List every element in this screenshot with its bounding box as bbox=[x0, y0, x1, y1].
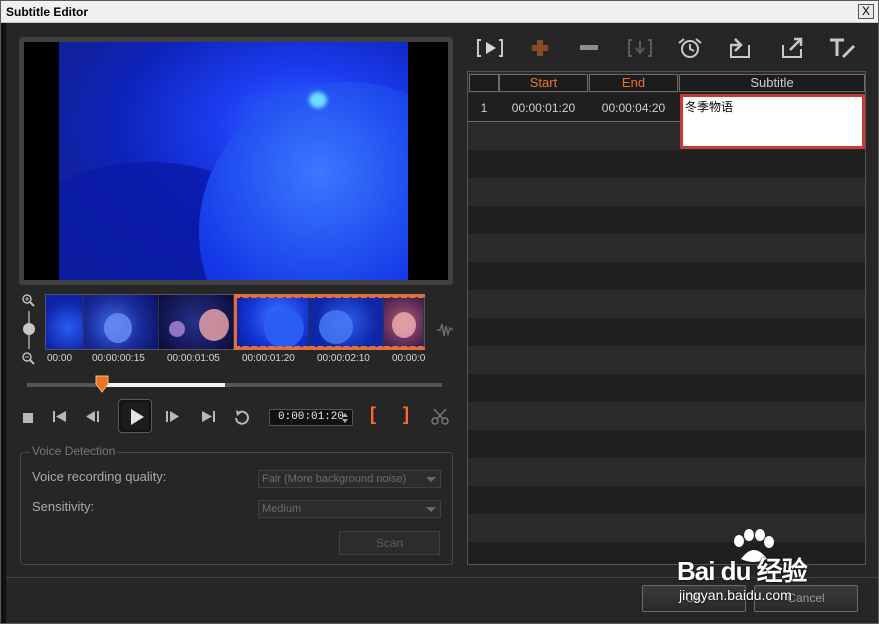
grid-stripe bbox=[468, 374, 865, 402]
timeline-zoom-control[interactable] bbox=[21, 293, 37, 369]
repeat-icon[interactable] bbox=[231, 409, 253, 427]
grid-stripe bbox=[468, 290, 865, 318]
grid-stripe bbox=[468, 178, 865, 206]
video-preview bbox=[19, 37, 453, 285]
voice-detection-group: Voice Detection Voice recording quality:… bbox=[20, 444, 453, 565]
go-to-start-icon[interactable] bbox=[49, 409, 71, 427]
grid-stripe bbox=[468, 486, 865, 514]
window-title: Subtitle Editor bbox=[6, 5, 88, 19]
baidu-watermark: Bai du 经验 jingyan.baidu.com bbox=[675, 529, 875, 613]
stop-icon[interactable] bbox=[17, 409, 39, 427]
voice-quality-value: Fair (More background noise) bbox=[262, 473, 407, 485]
audio-waveform-icon[interactable] bbox=[435, 320, 455, 340]
close-button[interactable]: X bbox=[858, 4, 874, 19]
thumbnail-selected bbox=[309, 295, 384, 349]
scrub-range-fill bbox=[103, 383, 225, 387]
play-button[interactable] bbox=[118, 399, 152, 433]
text-options-icon[interactable] bbox=[827, 35, 857, 61]
mark-out-button[interactable]: ] bbox=[403, 404, 409, 425]
grid-stripe bbox=[468, 430, 865, 458]
zoom-out-icon[interactable] bbox=[21, 351, 37, 367]
grid-stripe bbox=[468, 402, 865, 430]
chevron-down-icon bbox=[426, 477, 436, 482]
voice-detection-legend: Voice Detection bbox=[30, 444, 118, 458]
timeline-ruler: 00:00 00:00:00:15 00:00:01:05 00:00:01:2… bbox=[45, 353, 425, 367]
grid-stripe bbox=[468, 234, 865, 262]
thumbnail bbox=[84, 295, 159, 349]
remove-subtitle-icon[interactable] bbox=[574, 35, 604, 61]
zoom-slider-knob[interactable] bbox=[23, 323, 35, 335]
timecode-label: 00:00:00:15 bbox=[92, 353, 145, 364]
sensitivity-value: Medium bbox=[262, 503, 302, 515]
scan-button[interactable]: Scan bbox=[339, 531, 440, 555]
table-header: Start End Subtitle bbox=[468, 72, 865, 93]
grid-stripe bbox=[468, 150, 865, 178]
column-header-end[interactable]: End bbox=[589, 74, 678, 92]
watermark-url: jingyan.baidu.com bbox=[679, 587, 792, 603]
video-frame bbox=[59, 42, 408, 280]
thumbnail bbox=[46, 295, 84, 349]
subtitle-text-editor[interactable]: 冬季物语 bbox=[680, 94, 865, 149]
playhead-handle[interactable] bbox=[95, 375, 109, 393]
time-offset-icon[interactable] bbox=[675, 35, 705, 61]
timecode-field[interactable]: 0:00:01:20 bbox=[269, 409, 353, 426]
split-scissors-icon[interactable] bbox=[431, 408, 449, 426]
grid-stripe bbox=[468, 346, 865, 374]
timeline-thumbnails[interactable] bbox=[45, 294, 425, 350]
subtitle-editor-window: Subtitle Editor X 00:00 00:00:00:15 00:0… bbox=[0, 0, 879, 624]
next-frame-icon[interactable] bbox=[161, 409, 183, 427]
sensitivity-label: Sensitivity: bbox=[32, 499, 95, 514]
grid-stripe bbox=[468, 458, 865, 486]
column-header-index bbox=[469, 74, 499, 92]
watermark-brand: Bai du 经验 bbox=[677, 556, 808, 586]
timecode-label: 00:00 bbox=[47, 353, 73, 364]
subtitle-table[interactable]: Start End Subtitle 1 00:00:01:20 00:00:0… bbox=[467, 71, 866, 565]
subtitle-toolbar bbox=[467, 31, 867, 65]
thumbnail-selected bbox=[384, 295, 424, 349]
go-to-end-icon[interactable] bbox=[197, 409, 219, 427]
thumbnail bbox=[159, 295, 234, 349]
transport-controls: 0:00:01:20 [ ] bbox=[15, 399, 455, 435]
mark-in-button[interactable]: [ bbox=[370, 404, 376, 425]
merge-subtitle-icon[interactable] bbox=[625, 35, 655, 61]
timecode-spinner-icon[interactable] bbox=[341, 412, 349, 424]
timecode-label: 00:00:02:10 bbox=[317, 353, 370, 364]
play-subtitle-icon[interactable] bbox=[475, 35, 505, 61]
sensitivity-select[interactable]: Medium bbox=[258, 500, 441, 518]
column-header-start[interactable]: Start bbox=[499, 74, 588, 92]
export-subtitle-icon[interactable] bbox=[777, 35, 807, 61]
voice-quality-select[interactable]: Fair (More background noise) bbox=[258, 470, 441, 488]
timecode-label: 00:00:01:20 bbox=[242, 353, 295, 364]
import-subtitle-icon[interactable] bbox=[725, 35, 755, 61]
timecode-label: 00:00:0 bbox=[392, 353, 425, 364]
window-edge bbox=[1, 23, 6, 623]
title-bar: Subtitle Editor X bbox=[1, 1, 878, 23]
row-start-time[interactable]: 00:00:01:20 bbox=[499, 94, 588, 122]
grid-stripe bbox=[468, 206, 865, 234]
scrub-bar[interactable] bbox=[27, 375, 442, 393]
zoom-in-icon[interactable] bbox=[21, 293, 37, 309]
timecode-value: 0:00:01:20 bbox=[278, 411, 345, 423]
grid-stripe bbox=[468, 262, 865, 290]
row-index: 1 bbox=[480, 101, 488, 115]
timecode-label: 00:00:01:05 bbox=[167, 353, 220, 364]
previous-frame-icon[interactable] bbox=[82, 409, 104, 427]
chevron-down-icon bbox=[426, 507, 436, 512]
column-header-subtitle[interactable]: Subtitle bbox=[679, 74, 865, 92]
voice-quality-label: Voice recording quality: bbox=[32, 469, 167, 484]
grid-stripe bbox=[468, 318, 865, 346]
thumbnail-selected bbox=[234, 295, 309, 349]
row-end-time[interactable]: 00:00:04:20 bbox=[589, 94, 678, 122]
add-subtitle-icon[interactable] bbox=[525, 35, 555, 61]
